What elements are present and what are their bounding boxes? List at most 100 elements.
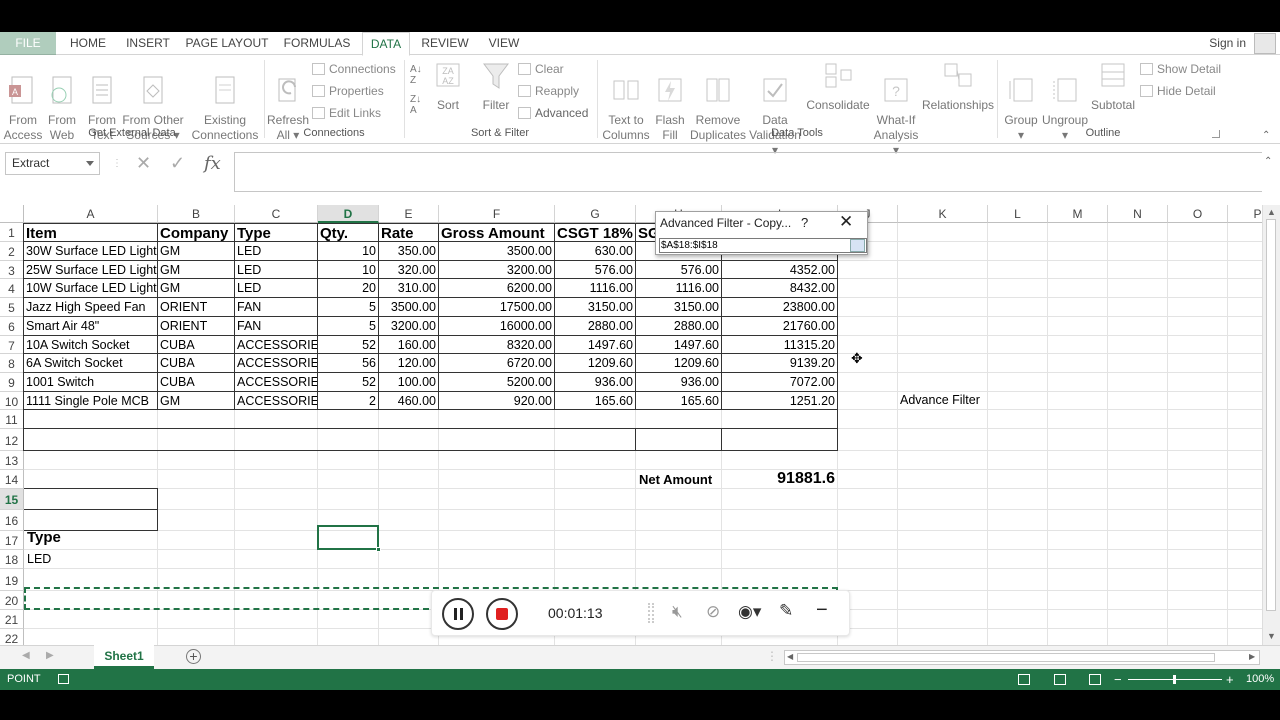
splitter-icon[interactable]: ⋮ [766, 649, 778, 663]
scroll-right-icon[interactable]: ▶ [1249, 652, 1255, 661]
fill-handle[interactable] [376, 547, 381, 552]
table-cell[interactable]: 1209.60 [555, 354, 635, 373]
table-cell[interactable]: 52 [318, 336, 378, 354]
column-header-m[interactable]: M [1048, 205, 1108, 223]
table-cell[interactable]: 460.00 [379, 392, 438, 410]
table-cell[interactable]: 6720.00 [439, 354, 554, 373]
zoom-slider-thumb[interactable] [1173, 675, 1176, 684]
table-cell[interactable]: 4352.00 [722, 261, 837, 279]
advance-filter-note[interactable]: Advance Filter [898, 391, 982, 409]
table-cell[interactable]: GM [158, 392, 234, 410]
name-box[interactable]: Extract [5, 152, 100, 175]
table-cell[interactable]: 3150.00 [636, 298, 721, 317]
row-header-4[interactable]: 4 [0, 279, 24, 298]
table-cell[interactable]: 5 [318, 298, 378, 317]
table-cell[interactable]: 2880.00 [636, 317, 721, 336]
sort-button[interactable]: ZA AZ Sort [430, 60, 466, 113]
table-cell[interactable]: 16000.00 [439, 317, 554, 336]
tab-data[interactable]: DATA [362, 32, 410, 56]
criteria-value[interactable]: LED [25, 550, 53, 568]
table-cell[interactable]: 10A Switch Socket [24, 336, 157, 354]
table-cell[interactable]: 936.00 [636, 373, 721, 392]
worksheet-grid[interactable]: ABCDEFGHIJKLMNOP 12345678910111213141516… [0, 205, 1262, 645]
table-cell[interactable]: 5 [318, 317, 378, 336]
table-cell[interactable]: 3200.00 [439, 261, 554, 279]
table-cell[interactable]: 6200.00 [439, 279, 554, 298]
row-header-14[interactable]: 14 [0, 470, 24, 489]
zoom-in-icon[interactable]: + [1226, 669, 1234, 690]
drag-handle-icon[interactable] [648, 603, 654, 623]
table-cell[interactable]: 1497.60 [555, 336, 635, 354]
table-cell[interactable]: ACCESSORIES [235, 392, 317, 410]
table-cell[interactable]: 10 [318, 242, 378, 261]
column-header-d[interactable]: D [318, 205, 379, 223]
table-cell[interactable]: 52 [318, 373, 378, 392]
table-cell[interactable]: 936.00 [555, 373, 635, 392]
pause-button[interactable] [442, 598, 474, 630]
table-cell[interactable]: 160.00 [379, 336, 438, 354]
horizontal-scrollbar[interactable]: ◀ ▶ [784, 650, 1260, 665]
row-header-16[interactable]: 16 [0, 510, 24, 531]
formula-bar[interactable] [234, 152, 1262, 192]
table-cell[interactable]: 10 [318, 261, 378, 279]
collapse-ribbon-icon[interactable]: ⌃ [1262, 130, 1270, 141]
table-cell[interactable]: 3200.00 [379, 317, 438, 336]
table-cell[interactable]: 1111 Single Pole MCB [24, 392, 157, 410]
tab-view[interactable]: VIEW [482, 32, 526, 55]
table-cell[interactable]: 1116.00 [636, 279, 721, 298]
sign-in-link[interactable]: Sign in [1209, 32, 1246, 54]
tab-file[interactable]: FILE [0, 32, 56, 55]
table-cell[interactable]: 2880.00 [555, 317, 635, 336]
table-cell[interactable]: 350.00 [379, 242, 438, 261]
table-cell[interactable]: 7072.00 [722, 373, 837, 392]
table-cell[interactable]: 8320.00 [439, 336, 554, 354]
table-cell[interactable]: 2 [318, 392, 378, 410]
table-cell[interactable]: 920.00 [439, 392, 554, 410]
scroll-up-icon[interactable]: ▲ [1267, 207, 1276, 217]
table-cell[interactable]: 576.00 [636, 261, 721, 279]
table-cell[interactable]: 320.00 [379, 261, 438, 279]
header-cell[interactable]: Company [158, 224, 235, 243]
row-header-12[interactable]: 12 [0, 429, 24, 451]
zoom-out-icon[interactable]: − [1114, 669, 1122, 690]
annotate-pen-icon[interactable]: ✎ [779, 601, 793, 621]
sort-za-icon[interactable]: Z↓ A [410, 94, 421, 116]
table-cell[interactable]: 23800.00 [722, 298, 837, 317]
cancel-icon[interactable]: ✕ [136, 152, 151, 175]
consolidate-button[interactable]: Consolidate [806, 60, 870, 113]
header-cell[interactable]: Qty. [318, 224, 379, 243]
table-cell[interactable]: 1001 Switch [24, 373, 157, 392]
table-cell[interactable]: 5200.00 [439, 373, 554, 392]
copy-to-range-input[interactable] [659, 238, 867, 253]
show-detail-button[interactable]: Show Detail [1140, 62, 1221, 77]
column-header-g[interactable]: G [555, 205, 636, 223]
table-cell[interactable]: LED [235, 242, 317, 261]
column-header-b[interactable]: B [158, 205, 235, 223]
stop-button[interactable] [486, 598, 518, 630]
row-header-3[interactable]: 3 [0, 261, 24, 279]
h-scroll-thumb[interactable] [797, 653, 1215, 662]
table-cell[interactable]: CUBA [158, 354, 234, 373]
mic-off-icon[interactable]: ⊘ [706, 602, 720, 622]
reapply-button[interactable]: Reapply [518, 84, 579, 99]
row-header-19[interactable]: 19 [0, 569, 24, 591]
table-cell[interactable]: GM [158, 279, 234, 298]
webcam-off-icon[interactable]: ◉▾ [738, 602, 761, 622]
table-cell[interactable]: FAN [235, 298, 317, 317]
table-cell[interactable]: Smart Air 48" [24, 317, 157, 336]
help-icon[interactable]: ? [801, 215, 808, 230]
table-cell[interactable]: 8432.00 [722, 279, 837, 298]
add-sheet-icon[interactable]: + [186, 649, 201, 664]
table-cell[interactable]: CUBA [158, 373, 234, 392]
row-header-18[interactable]: 18 [0, 550, 24, 569]
table-cell[interactable]: 1116.00 [555, 279, 635, 298]
page-layout-view-icon[interactable] [1054, 674, 1066, 685]
column-header-p[interactable]: P [1228, 205, 1262, 223]
enter-icon[interactable]: ✓ [170, 152, 185, 175]
table-cell[interactable]: GM [158, 242, 234, 261]
mute-icon[interactable]: 🔇︎ [672, 602, 683, 622]
net-amount-value[interactable]: 91881.6 [723, 467, 837, 488]
table-cell[interactable]: ACCESSORIES [235, 336, 317, 354]
tab-page-layout[interactable]: PAGE LAYOUT [184, 32, 270, 55]
row-header-22[interactable]: 22 [0, 629, 24, 645]
